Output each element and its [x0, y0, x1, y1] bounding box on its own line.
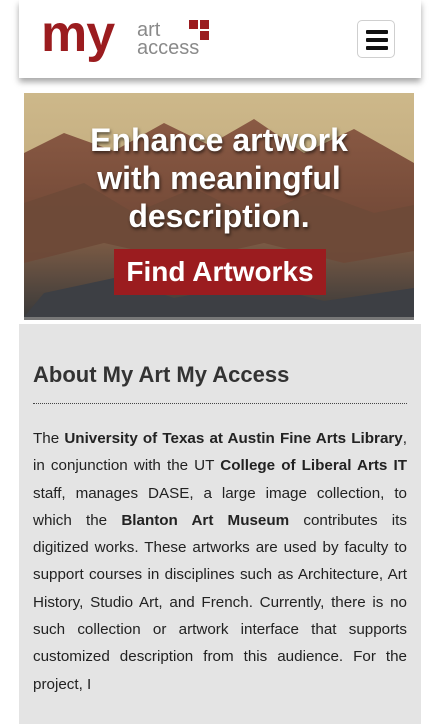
site-logo[interactable]: my art access — [41, 8, 211, 70]
about-section: About My Art My Access The University of… — [19, 324, 421, 724]
blanton-museum-text: Blanton Art Museum — [121, 511, 290, 529]
hero-title: Enhance artwork with meaningful descript… — [90, 122, 348, 234]
about-paragraph: The University of Texas at Austin Fine A… — [33, 430, 407, 693]
find-artworks-button[interactable]: Find Artworks — [114, 249, 326, 295]
logo-my-text: my — [41, 5, 115, 63]
about-heading: About My Art My Access — [33, 362, 290, 387]
ut-library-link: University of Texas at Austin Fine Arts … — [64, 430, 403, 447]
hero-banner: Enhance artwork with meaningful descript… — [24, 93, 414, 320]
about-divider — [33, 403, 407, 404]
site-header: my art access — [19, 0, 421, 78]
logo-squares-icon — [189, 20, 209, 40]
menu-toggle-button[interactable] — [357, 20, 395, 58]
cola-it-text: College of Liberal Arts IT — [220, 457, 407, 475]
logo-access-text: access — [137, 37, 200, 59]
